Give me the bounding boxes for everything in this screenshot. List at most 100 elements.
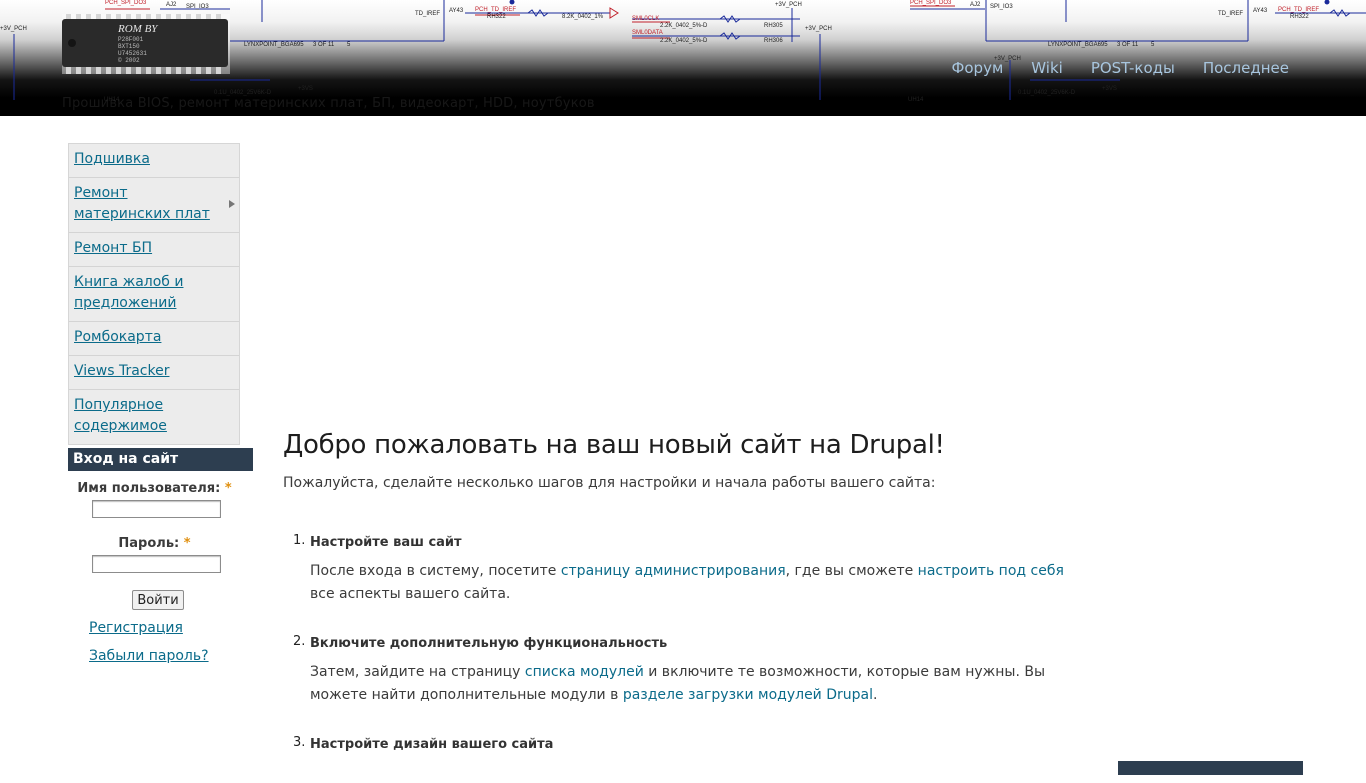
svg-text:PCH_SPI_DO3: PCH_SPI_DO3 [910,0,952,6]
page-title: Добро пожаловать на ваш новый сайт на Dr… [283,430,945,460]
menu-post-codes[interactable]: POST-коды [1091,59,1175,77]
svg-text:3 OF 11: 3 OF 11 [1117,42,1139,48]
password-label: Пароль: * [56,536,253,551]
svg-text:5: 5 [1151,42,1155,48]
svg-text:3 OF 11: 3 OF 11 [313,42,335,48]
list-item: 3. Настройте дизайн вашего сайта [283,735,1083,755]
modules-list-link[interactable]: списка модулей [525,664,644,680]
sidebar-item-views-tracker: Views Tracker [69,356,239,390]
step-text: , где вы сможете [785,563,918,579]
svg-text:U7452631: U7452631 [118,50,147,57]
svg-text:+3VS: +3VS [298,86,313,92]
step-text: После входа в систему, посетите [310,563,561,579]
svg-text:PCH_TD_IREF: PCH_TD_IREF [475,7,516,13]
step-title: Настройте дизайн вашего сайта [310,737,554,752]
svg-text:+3V_PCH: +3V_PCH [0,26,27,32]
svg-text:RH322: RH322 [487,14,506,20]
step-text: Затем, зайдите на страницу [310,664,525,680]
step-title: Настройте ваш сайт [310,535,462,550]
site-slogan: Прошивка BIOS, ремонт материнских плат, … [62,96,595,111]
svg-text:AJ2: AJ2 [970,2,981,8]
step-description: Затем, зайдите на страницу списка модуле… [310,661,1080,707]
svg-text:SML0CLK: SML0CLK [632,16,659,22]
right-sidebar-block-header [1118,761,1303,775]
sidebar-link-motherboard-repair[interactable]: Ремонт материнских плат [74,185,210,222]
svg-text:8.2K_0402_1%: 8.2K_0402_1% [562,14,604,20]
admin-page-link[interactable]: страницу администрирования [561,563,786,579]
svg-text:PCH_SPI_DO3: PCH_SPI_DO3 [105,0,147,6]
step-text: . [873,687,878,703]
step-number: 3. [293,735,306,750]
chip-marking: ROM BY [117,23,159,35]
svg-text:AY43: AY43 [1253,8,1268,14]
login-submit-button[interactable]: Войти [132,590,184,610]
site-header: PCH_SPI_DO3 AJ2 SPI_IO3 TD_IREF AY43 PCH… [0,0,1366,116]
sidebar-item-rombokarta: Ромбокарта [69,322,239,356]
password-input[interactable] [92,555,221,573]
login-block-title: Вход на сайт [68,448,253,471]
login-block: Вход на сайт Имя пользователя: * Пароль:… [68,448,253,666]
sidebar-link-psu-repair[interactable]: Ремонт БП [74,240,152,256]
main-menu: Форум Wiki POST-коды Последнее [923,59,1289,77]
expand-arrow-icon[interactable] [229,200,235,208]
username-label-text: Имя пользователя: [77,481,221,496]
svg-text:SPI_IO3: SPI_IO3 [990,4,1013,10]
username-input[interactable] [92,500,221,518]
svg-text:+3VS: +3VS [1102,86,1117,92]
svg-text:RH306: RH306 [764,38,783,44]
rom-chip-logo: ROM BY P28F001 BXT150 U7452631 © 2002 [62,14,230,74]
intro-text: Пожалуйста, сделайте несколько шагов для… [283,475,936,491]
svg-text:+3V_PCH: +3V_PCH [775,2,802,8]
sidebar-link-firmware[interactable]: Подшивка [74,151,150,167]
svg-text:AY43: AY43 [449,8,464,14]
menu-forum[interactable]: Форум [951,59,1003,77]
svg-text:LYNXPOINT_BGA695: LYNXPOINT_BGA695 [1048,42,1108,48]
setup-steps-list: 1. Настройте ваш сайт После входа в сист… [283,533,1083,783]
sidebar-item-complaints-book: Книга жалоб и предложений [69,267,239,322]
sidebar-navigation: Подшивка Ремонт материнских плат Ремонт … [68,143,240,445]
svg-text:LYNXPOINT_BGA695: LYNXPOINT_BGA695 [244,42,304,48]
sidebar-item-motherboard-repair: Ремонт материнских плат [69,178,239,233]
drupal-downloads-link[interactable]: разделе загрузки модулей Drupal [623,687,873,703]
forgot-password-link-row: Забыли пароль? [89,646,253,666]
menu-wiki[interactable]: Wiki [1031,59,1063,77]
sidebar-item-psu-repair: Ремонт БП [69,233,239,267]
svg-text:TD_IREF: TD_IREF [415,11,440,17]
step-number: 2. [293,634,306,649]
list-item: 1. Настройте ваш сайт После входа в сист… [283,533,1083,606]
sidebar-link-popular-content[interactable]: Популярное содержимое [74,397,167,434]
step-number: 1. [293,533,306,548]
svg-text:TD_IREF: TD_IREF [1218,11,1243,17]
svg-text:SPI_IO3: SPI_IO3 [186,4,209,10]
svg-text:SML0DATA: SML0DATA [632,30,663,36]
sidebar-link-views-tracker[interactable]: Views Tracker [74,363,169,379]
menu-recent[interactable]: Последнее [1203,59,1289,77]
register-link-row: Регистрация [89,618,253,638]
sidebar-item-popular-content: Популярное содержимое [69,390,239,444]
list-item: 2. Включите дополнительную функционально… [283,634,1083,707]
svg-text:5: 5 [347,42,351,48]
svg-text:P28F001: P28F001 [118,36,144,43]
svg-text:0.1U_0402_25V6K-D: 0.1U_0402_25V6K-D [1018,90,1076,96]
username-label: Имя пользователя: * [56,481,253,496]
svg-text:BXT150: BXT150 [118,43,140,50]
svg-text:RH305: RH305 [764,23,783,29]
forgot-password-link[interactable]: Забыли пароль? [89,648,209,664]
sidebar-link-complaints-book[interactable]: Книга жалоб и предложений [74,274,183,311]
step-description: После входа в систему, посетите страницу… [310,560,1080,606]
register-link[interactable]: Регистрация [89,620,183,636]
svg-text:PCH_TD_IREF: PCH_TD_IREF [1278,7,1319,13]
step-title: Включите дополнительную функциональность [310,636,668,651]
svg-text:© 2002: © 2002 [118,57,140,64]
svg-text:2.2K_0402_5%-D: 2.2K_0402_5%-D [660,38,708,44]
svg-text:2.2K_0402_5%-D: 2.2K_0402_5%-D [660,23,708,29]
svg-text:+3V_PCH: +3V_PCH [805,26,832,32]
sidebar-item-firmware: Подшивка [69,144,239,178]
sidebar-link-rombokarta[interactable]: Ромбокарта [74,329,161,345]
step-text: все аспекты вашего сайта. [310,586,511,602]
password-label-text: Пароль: [118,536,180,551]
svg-text:AJ2: AJ2 [166,2,177,8]
configure-link[interactable]: настроить под себя [918,563,1064,579]
svg-text:RH322: RH322 [1290,14,1309,20]
required-marker: * [183,536,191,551]
